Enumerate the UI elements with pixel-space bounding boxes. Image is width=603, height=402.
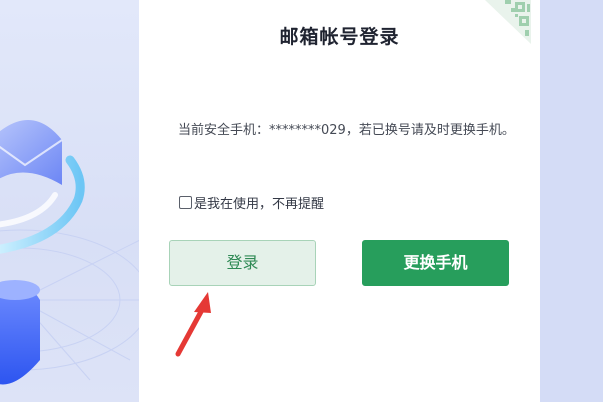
- red-arrow-icon: [175, 292, 211, 357]
- security-phone-notice: 当前安全手机：********029，若已换号请及时更换手机。: [178, 123, 515, 138]
- dont-remind-option[interactable]: 是我在使用，不再提醒: [179, 193, 324, 212]
- dont-remind-checkbox[interactable]: [179, 196, 192, 209]
- change-phone-button[interactable]: 更换手机: [362, 240, 509, 286]
- right-background-strip: [540, 0, 603, 402]
- dialog-title: 邮箱帐号登录: [279, 26, 400, 48]
- login-button[interactable]: 登录: [169, 240, 316, 286]
- mail-illustration: [0, 120, 150, 385]
- dont-remind-label[interactable]: 是我在使用，不再提醒: [194, 193, 324, 212]
